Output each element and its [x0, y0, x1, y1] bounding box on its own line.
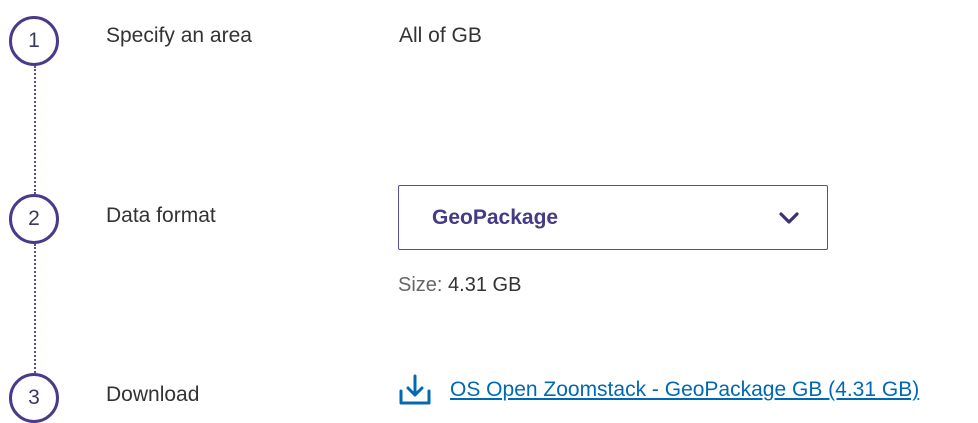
- step-connector-2-3: [34, 244, 36, 373]
- chevron-down-icon: [779, 211, 799, 224]
- step-3-number: 3: [28, 386, 40, 409]
- download-icon: [399, 374, 431, 405]
- size-value: 4.31 GB: [448, 274, 522, 296]
- data-format-selected-value: GeoPackage: [432, 205, 559, 229]
- step-1-label: Specify an area: [106, 24, 252, 47]
- download-link-text: OS Open Zoomstack - GeoPackage GB (4.31 …: [450, 378, 920, 401]
- step-3-label: Download: [106, 383, 200, 406]
- data-format-select[interactable]: GeoPackage: [398, 185, 828, 250]
- step-connector-1-2: [34, 66, 36, 194]
- step-1-number: 1: [28, 29, 40, 52]
- size-label: Size:: [398, 274, 443, 296]
- step-1-circle: 1: [9, 16, 59, 66]
- step-2-label: Data format: [106, 204, 216, 227]
- area-value: All of GB: [399, 24, 482, 47]
- step-2-circle: 2: [9, 194, 59, 244]
- download-link[interactable]: OS Open Zoomstack - GeoPackage GB (4.31 …: [398, 373, 919, 407]
- step-2-number: 2: [28, 207, 40, 230]
- file-size-info: Size: 4.31 GB: [398, 274, 521, 297]
- step-3-circle: 3: [9, 373, 59, 423]
